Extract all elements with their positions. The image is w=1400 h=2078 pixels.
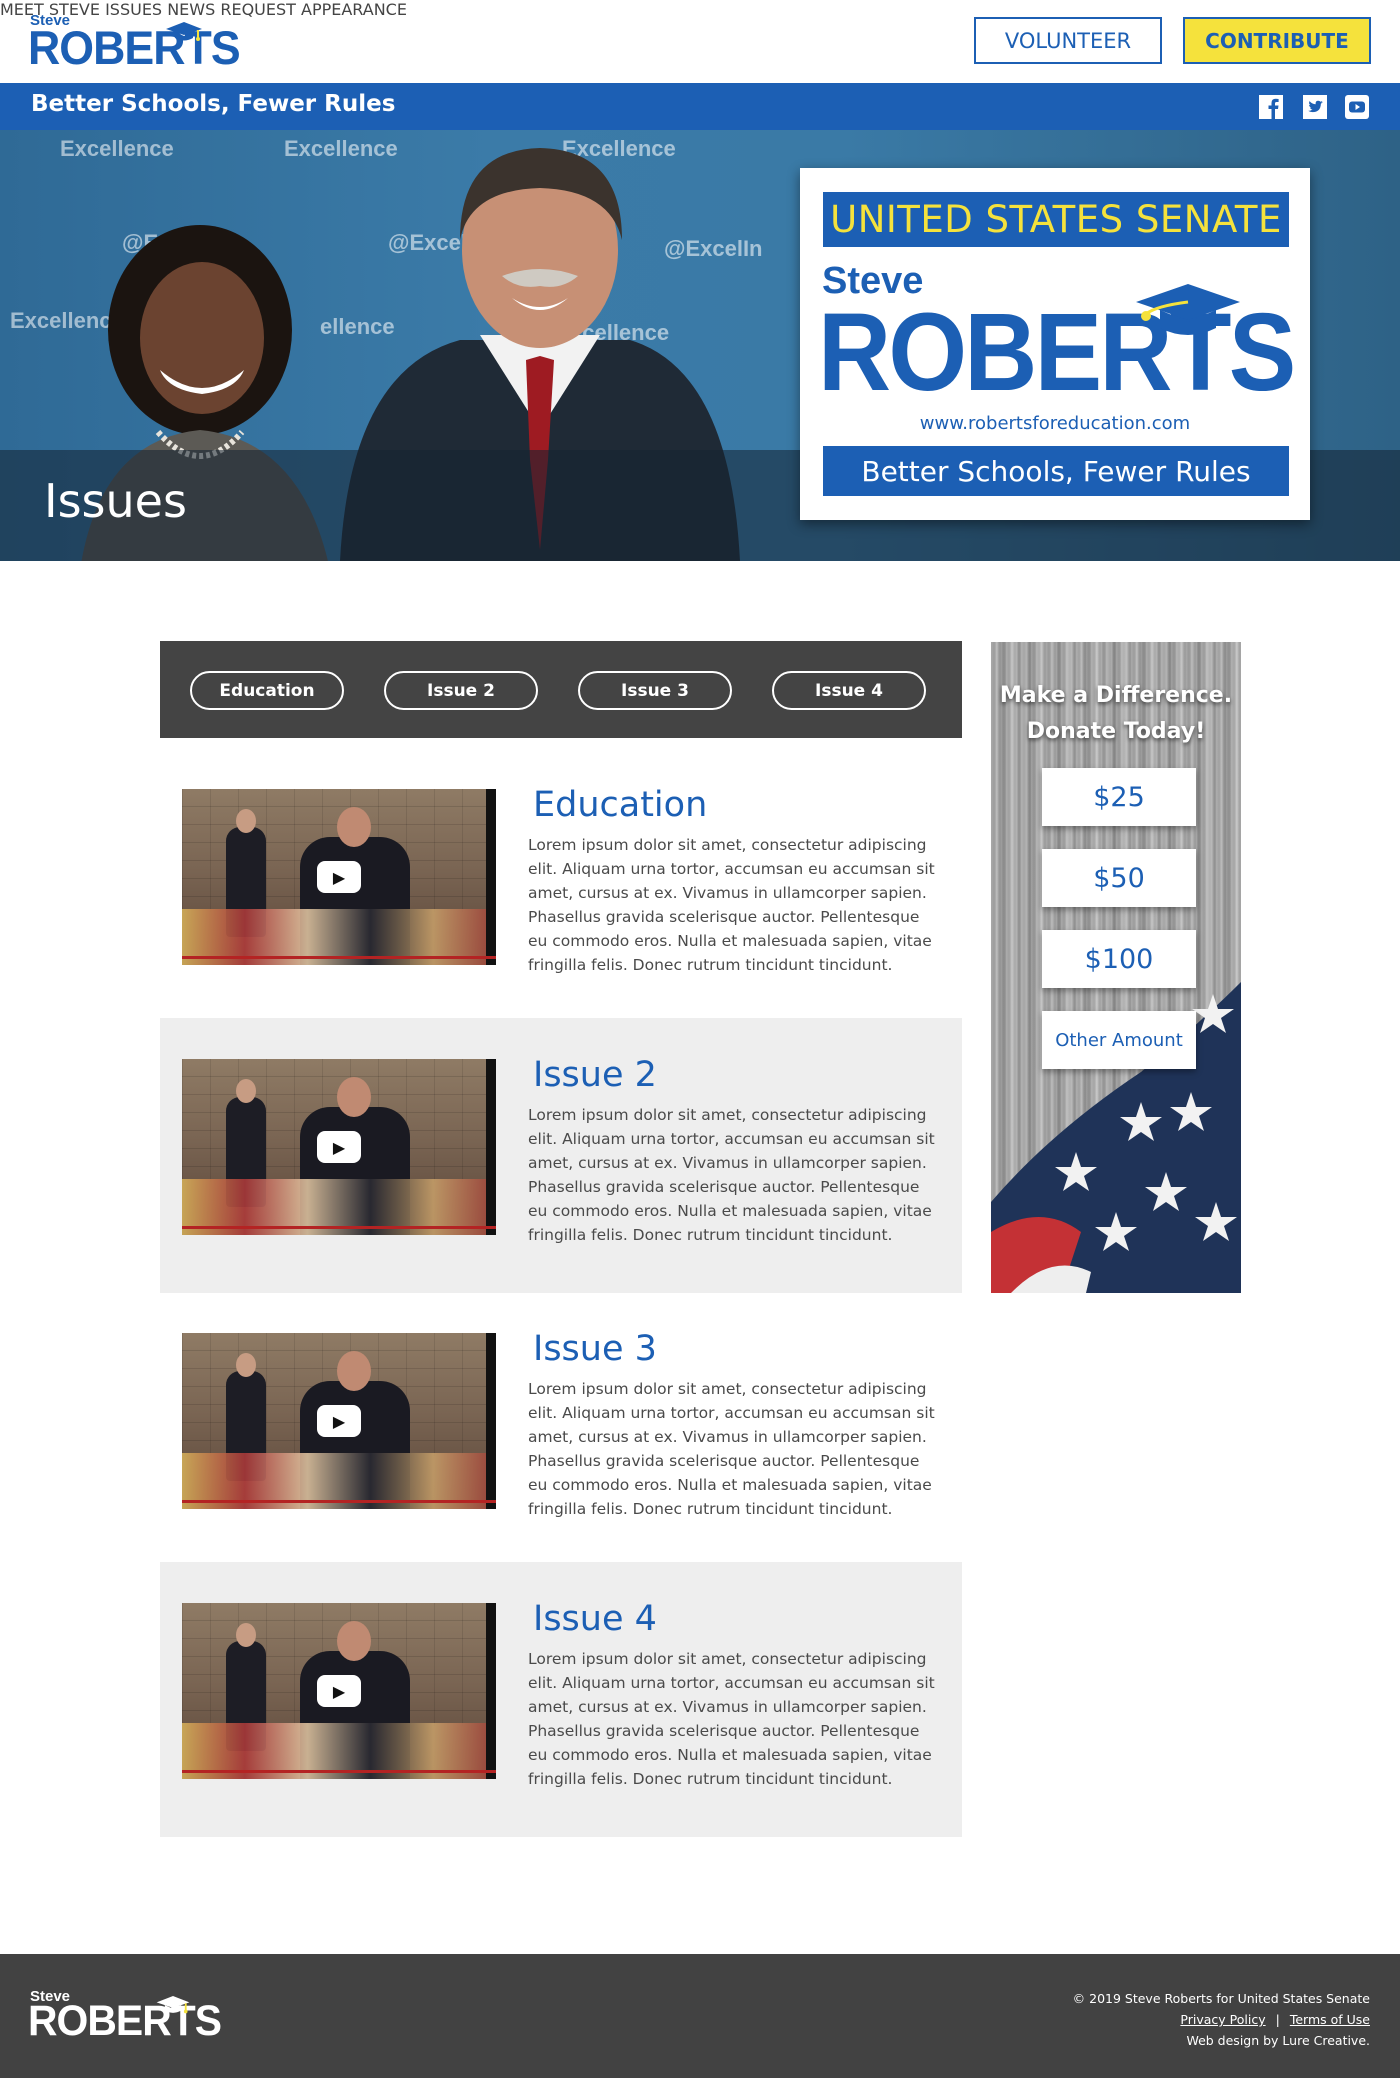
issue-title: Education [533,785,708,825]
footer-link-separator: | [1275,2012,1280,2027]
donate-heading-line-1: Make a Difference. [999,683,1233,708]
footer-logo-last-name: ROBERTS [28,1997,222,2045]
page-title: Issues [44,474,187,528]
issue-body: Lorem ipsum dolor sit amet, consectetur … [528,1650,935,1788]
tab-issue-2[interactable]: Issue 2 [384,671,538,710]
video-player[interactable]: ▶ [182,1059,496,1235]
backdrop-logo-text: Excellence [60,136,174,161]
donate-widget: Make a Difference. Donate Today! $25 $50… [991,642,1241,1293]
issue-tabs: Education Issue 2 Issue 3 Issue 4 [160,641,962,738]
issue-title: Issue 2 [533,1055,657,1095]
facebook-icon[interactable] [1259,95,1283,119]
play-icon[interactable]: ▶ [317,1675,361,1707]
campaign-sign: UNITED STATES SENATE Steve ROBERTS www.r… [800,168,1310,520]
graduation-cap-icon [1136,284,1240,335]
donate-50-button[interactable]: $50 [1042,849,1196,907]
video-player[interactable]: ▶ [182,1603,496,1779]
design-credit: Web design by Lure Creative. [1186,2033,1370,2048]
donate-25-button[interactable]: $25 [1042,768,1196,826]
sign-website: www.robertsforeducation.com [919,413,1191,434]
terms-of-use-link[interactable]: Terms of Use [1290,2012,1370,2027]
site-header: Steve ROBERTS MEET STEVE ISSUES NEWS REQ… [0,0,1400,83]
tab-education[interactable]: Education [190,671,344,710]
copyright: © 2019 Steve Roberts for United States S… [1072,1991,1370,2006]
issue-section-2: ▶ Issue 2 Lorem ipsum dolor sit amet, co… [160,1018,962,1293]
play-icon[interactable]: ▶ [317,1405,361,1437]
youtube-icon[interactable] [1345,95,1369,119]
issue-body: Lorem ipsum dolor sit amet, consectetur … [528,1106,935,1244]
sign-slogan-band: Better Schools, Fewer Rules [823,446,1289,496]
issue-section-4: ▶ Issue 4 Lorem ipsum dolor sit amet, co… [160,1562,962,1837]
video-player[interactable]: ▶ [182,789,496,965]
tab-issue-4[interactable]: Issue 4 [772,671,926,710]
contribute-button[interactable]: CONTRIBUTE [1183,17,1371,64]
issue-title: Issue 3 [533,1329,657,1369]
issue-section-3: ▶ Issue 3 Lorem ipsum dolor sit amet, co… [160,1292,962,1567]
tagline: Better Schools, Fewer Rules [31,91,396,117]
hero-banner: Excellence Excellence Excellence @Excel … [0,130,1400,561]
play-icon[interactable]: ▶ [317,861,361,893]
graduation-cap-icon [166,22,202,41]
volunteer-button[interactable]: VOLUNTEER [974,17,1162,64]
footer-logo[interactable]: Steve ROBERTS [28,1988,222,2048]
video-player[interactable]: ▶ [182,1333,496,1509]
logo-last-name: ROBERTS [28,21,241,74]
site-logo[interactable]: Steve ROBERTS [28,12,241,72]
issue-title: Issue 4 [533,1599,657,1639]
tagline-bar: Better Schools, Fewer Rules [0,83,1400,130]
footer-info: © 2019 Steve Roberts for United States S… [1073,1988,1370,2051]
footer-links: Privacy Policy | Terms of Use [1073,2009,1370,2030]
donate-heading: Make a Difference. Donate Today! [991,678,1241,750]
nav-request-appearance[interactable]: REQUEST APPEARANCE [220,0,407,19]
sign-office-band: UNITED STATES SENATE [823,192,1289,247]
tab-issue-3[interactable]: Issue 3 [578,671,732,710]
graduation-cap-icon [156,1996,190,2014]
donate-100-button[interactable]: $100 [1042,930,1196,988]
donate-other-amount-button[interactable]: Other Amount [1042,1011,1196,1069]
donate-heading-line-2: Donate Today! [1026,719,1206,744]
play-icon[interactable]: ▶ [317,1131,361,1163]
twitter-icon[interactable] [1303,95,1327,119]
site-footer: Steve ROBERTS © 2019 Steve Roberts for U… [0,1954,1400,2078]
privacy-policy-link[interactable]: Privacy Policy [1180,2012,1265,2027]
issue-section-education: ▶ Education Lorem ipsum dolor sit amet, … [160,745,962,1020]
issue-body: Lorem ipsum dolor sit amet, consectetur … [528,1380,935,1518]
issue-body: Lorem ipsum dolor sit amet, consectetur … [528,836,935,974]
